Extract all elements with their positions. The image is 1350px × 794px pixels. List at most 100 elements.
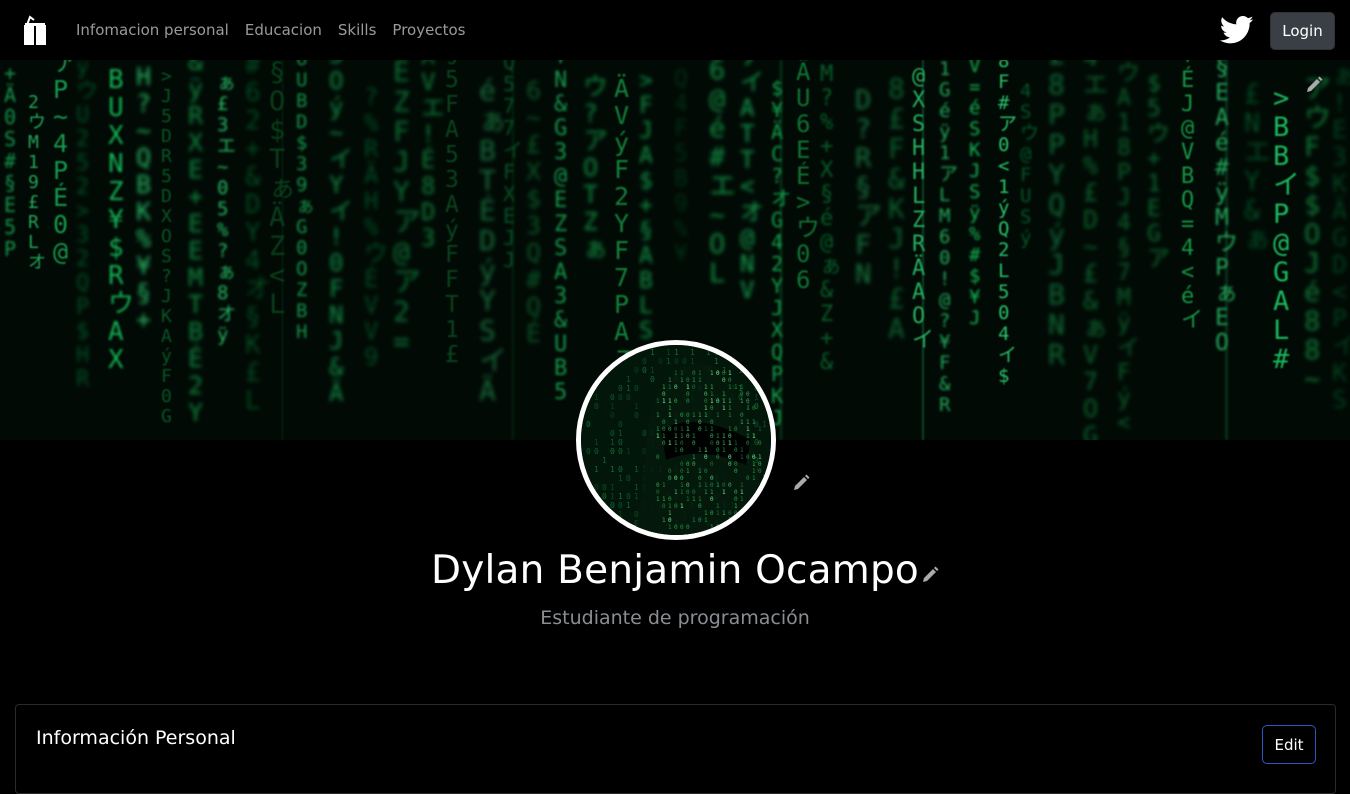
- svg-text:1: 1: [698, 412, 702, 419]
- svg-text:1: 1: [752, 468, 756, 475]
- svg-text:%: %: [1083, 151, 1098, 180]
- svg-text:§: §: [639, 218, 653, 244]
- nav-link-educacion[interactable]: Educacion: [237, 21, 330, 39]
- svg-text:1: 1: [618, 510, 623, 519]
- svg-text:0: 0: [754, 384, 759, 393]
- svg-text:1: 1: [626, 501, 631, 510]
- nav-link-skills[interactable]: Skills: [330, 21, 385, 39]
- svg-text:R: R: [76, 367, 90, 392]
- svg-text:~: ~: [526, 103, 541, 132]
- svg-text:6: 6: [709, 60, 725, 86]
- svg-text:#: #: [4, 149, 16, 173]
- profile-avatar[interactable]: 0111111100100100110100110110100000100101…: [576, 340, 776, 540]
- edit-button[interactable]: Edit: [1262, 725, 1316, 764]
- svg-text:0: 0: [656, 454, 660, 461]
- svg-text:0: 0: [746, 454, 750, 461]
- svg-text:1: 1: [698, 370, 702, 377]
- svg-text:ý: ý: [1020, 227, 1031, 249]
- svg-text:0: 0: [161, 386, 172, 407]
- svg-text:%: %: [674, 216, 688, 242]
- svg-text:8: 8: [1048, 68, 1065, 101]
- svg-text:6: 6: [245, 78, 261, 108]
- svg-text:0: 0: [758, 461, 762, 468]
- svg-text:1: 1: [680, 433, 684, 440]
- svg-text:£: £: [217, 93, 228, 115]
- svg-text:0: 0: [728, 510, 732, 517]
- svg-text:O: O: [709, 229, 725, 260]
- svg-text:+: +: [136, 305, 151, 334]
- svg-text:イ: イ: [740, 68, 764, 96]
- svg-text:Q: Q: [998, 218, 1009, 240]
- name-edit-pencil-icon[interactable]: [920, 565, 940, 585]
- svg-text:0: 0: [662, 440, 666, 447]
- brand-logo-icon[interactable]: [20, 14, 50, 48]
- svg-text:$: $: [998, 365, 1009, 387]
- svg-text:?: ?: [364, 83, 378, 111]
- svg-text:Q: Q: [526, 238, 541, 267]
- svg-text:É: É: [188, 344, 203, 373]
- svg-text:エ: エ: [1244, 137, 1271, 168]
- svg-text:1: 1: [656, 496, 660, 503]
- svg-text:É: É: [364, 264, 378, 293]
- svg-text:4: 4: [1181, 236, 1194, 261]
- svg-text:L: L: [1273, 315, 1289, 346]
- svg-text:Z: Z: [393, 85, 410, 118]
- svg-text:P: P: [1332, 304, 1347, 333]
- nav-link-informacion-personal[interactable]: Infomacion personal: [68, 21, 237, 39]
- svg-text:1: 1: [714, 357, 719, 366]
- svg-text:é: é: [939, 100, 950, 122]
- svg-text:0: 0: [734, 489, 738, 496]
- svg-text:£: £: [888, 282, 905, 315]
- svg-text:J: J: [969, 307, 980, 329]
- svg-text:3: 3: [217, 114, 228, 136]
- svg-text:0: 0: [758, 440, 762, 447]
- svg-text:6: 6: [939, 226, 950, 248]
- svg-text:É: É: [796, 161, 810, 190]
- svg-text:Q: Q: [1048, 188, 1065, 221]
- svg-text:1: 1: [758, 426, 762, 433]
- svg-text:£: £: [1083, 259, 1098, 288]
- svg-text:N: N: [855, 259, 871, 290]
- svg-text:Y: Y: [1244, 166, 1260, 197]
- login-button[interactable]: Login: [1270, 12, 1335, 50]
- svg-text:ぁ: ぁ: [1083, 313, 1108, 342]
- svg-text:1: 1: [674, 440, 678, 447]
- svg-text:T: T: [740, 146, 754, 174]
- svg-text:Z: Z: [108, 177, 124, 207]
- avatar-edit-pencil-icon[interactable]: [791, 473, 811, 493]
- svg-text:0: 0: [716, 447, 720, 454]
- svg-text:é: é: [479, 74, 496, 107]
- svg-text:4: 4: [998, 323, 1009, 345]
- svg-text:0: 0: [734, 461, 738, 468]
- svg-text:1: 1: [722, 433, 726, 440]
- svg-text:オ: オ: [740, 198, 764, 226]
- svg-text:É: É: [479, 193, 496, 227]
- svg-text:0: 0: [746, 519, 751, 528]
- svg-text:0: 0: [722, 482, 726, 489]
- svg-text:%: %: [136, 224, 151, 253]
- svg-text:1: 1: [698, 482, 702, 489]
- svg-text:0: 0: [674, 524, 678, 531]
- svg-text:1: 1: [668, 398, 672, 405]
- svg-text:&: &: [554, 308, 568, 333]
- svg-text:F: F: [939, 352, 950, 374]
- svg-text:0: 0: [692, 489, 696, 496]
- svg-text:L: L: [28, 232, 39, 253]
- svg-text:0: 0: [668, 517, 672, 524]
- svg-text:ウ: ウ: [28, 112, 46, 133]
- banner-edit-pencil-icon[interactable]: [1304, 75, 1324, 95]
- svg-text:1: 1: [668, 384, 672, 391]
- svg-text:6: 6: [526, 76, 541, 105]
- svg-text:P: P: [1048, 128, 1065, 161]
- svg-text:0: 0: [710, 433, 714, 440]
- nav-link-proyectos[interactable]: Proyectos: [384, 21, 473, 39]
- twitter-icon[interactable]: [1219, 15, 1256, 47]
- svg-text:?: ?: [820, 86, 833, 111]
- svg-text:§: §: [855, 172, 871, 203]
- svg-text:0: 0: [680, 447, 684, 454]
- svg-text:5: 5: [217, 198, 228, 220]
- svg-text:3: 3: [526, 211, 541, 240]
- svg-text:Z: Z: [583, 207, 598, 236]
- svg-text:0: 0: [668, 468, 672, 475]
- svg-text:1: 1: [594, 465, 599, 474]
